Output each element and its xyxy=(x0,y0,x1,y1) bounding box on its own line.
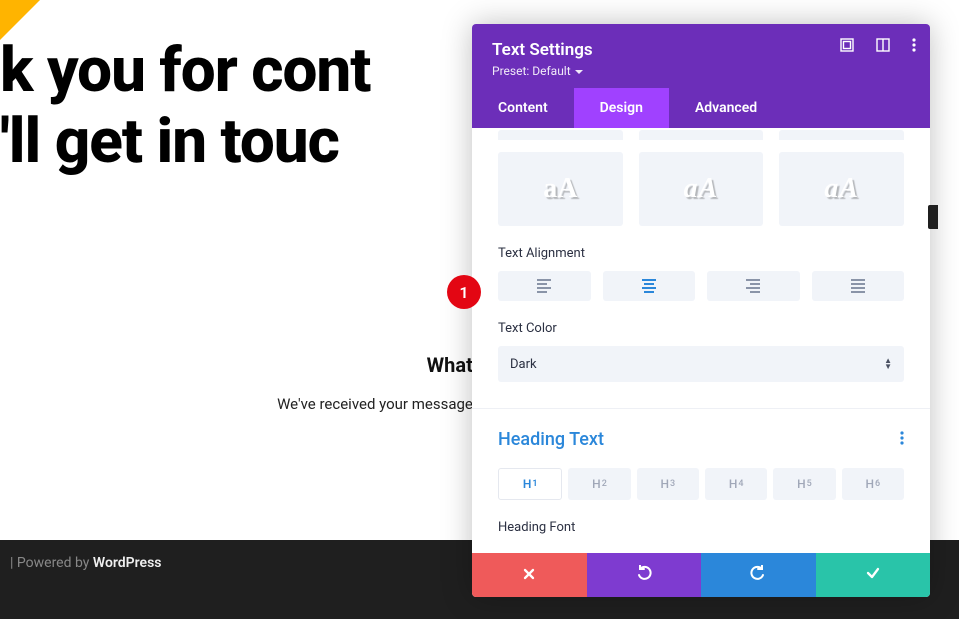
undo-button[interactable] xyxy=(587,553,702,597)
confirm-button[interactable] xyxy=(816,553,931,597)
aa-preview-icon: aA xyxy=(824,173,859,205)
footer-brand: WordPress xyxy=(93,555,162,571)
heading-tab-h2[interactable]: H2 xyxy=(568,468,630,500)
heading-text-section-header[interactable]: Heading Text xyxy=(498,429,904,450)
panel-edge-handle[interactable] xyxy=(928,205,938,229)
panel-body[interactable]: aA aA aA Text Alignment Text Color Dark … xyxy=(472,128,930,553)
text-color-label: Text Color xyxy=(498,321,904,336)
text-style-option-a[interactable]: aA xyxy=(498,152,623,226)
text-settings-panel: Text Settings Preset: Default Content De… xyxy=(472,24,930,597)
heading-level-tabs: H1 H2 H3 H4 H5 H6 xyxy=(498,468,904,500)
aa-preview-icon: aA xyxy=(543,173,577,205)
discard-button[interactable] xyxy=(472,553,587,597)
kebab-menu-icon[interactable] xyxy=(900,430,904,449)
text-color-value: Dark xyxy=(510,357,537,372)
close-icon xyxy=(522,566,536,585)
heading-tab-h6[interactable]: H6 xyxy=(842,468,904,500)
align-right-button[interactable] xyxy=(707,271,800,301)
heading-text-title: Heading Text xyxy=(498,429,604,450)
check-icon xyxy=(865,565,881,585)
heading-tab-h4[interactable]: H4 xyxy=(705,468,767,500)
text-alignment-label: Text Alignment xyxy=(498,246,904,261)
corner-accent xyxy=(0,0,40,40)
settings-tabs: Content Design Advanced xyxy=(472,88,930,128)
heading-font-label: Heading Font xyxy=(498,520,904,535)
tab-advanced[interactable]: Advanced xyxy=(669,88,783,128)
snap-icon[interactable] xyxy=(876,38,890,56)
expand-icon[interactable] xyxy=(840,38,854,56)
heading-tab-h5[interactable]: H5 xyxy=(773,468,835,500)
aa-preview-icon: aA xyxy=(684,173,719,205)
panel-footer xyxy=(472,553,930,597)
select-arrows-icon: ▲▼ xyxy=(884,358,892,370)
annotation-marker-1: 1 xyxy=(447,275,481,309)
style-option-1[interactable] xyxy=(498,130,623,140)
footer-prefix: | Powered by xyxy=(10,555,93,571)
style-option-3[interactable] xyxy=(779,130,904,140)
style-option-2[interactable] xyxy=(639,130,764,140)
panel-header[interactable]: Text Settings Preset: Default xyxy=(472,24,930,88)
heading-tab-h1[interactable]: H1 xyxy=(498,468,562,500)
text-style-option-b[interactable]: aA xyxy=(639,152,764,226)
section-divider xyxy=(472,408,930,409)
heading-tab-h3[interactable]: H3 xyxy=(637,468,699,500)
redo-button[interactable] xyxy=(701,553,816,597)
align-center-button[interactable] xyxy=(603,271,696,301)
preset-dropdown[interactable]: Preset: Default xyxy=(492,64,910,78)
text-style-option-c[interactable]: aA xyxy=(779,152,904,226)
text-color-select[interactable]: Dark ▲▼ xyxy=(498,346,904,382)
kebab-menu-icon[interactable] xyxy=(912,38,916,56)
align-left-button[interactable] xyxy=(498,271,591,301)
tab-design[interactable]: Design xyxy=(574,88,669,128)
text-alignment-row xyxy=(498,271,904,301)
redo-icon xyxy=(750,565,766,585)
preset-label: Preset: Default xyxy=(492,64,571,78)
undo-icon xyxy=(636,565,652,585)
tab-content[interactable]: Content xyxy=(472,88,574,128)
chevron-down-icon xyxy=(575,70,583,74)
align-justify-button[interactable] xyxy=(812,271,905,301)
